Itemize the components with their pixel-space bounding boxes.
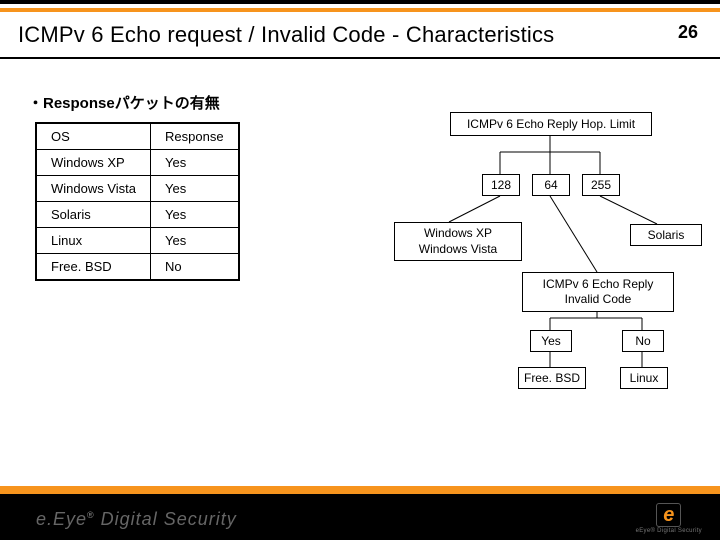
footer-logo: e eEye® Digital Security xyxy=(636,503,702,534)
decision-tree-diagram: ICMPv 6 Echo Reply Hop. Limit 128 64 255… xyxy=(370,112,700,372)
col-header-os: OS xyxy=(36,123,151,150)
page-title: ICMPv 6 Echo request / Invalid Code - Ch… xyxy=(18,22,554,48)
tree-val-128: 128 xyxy=(482,174,520,196)
section-label: ・Responseパケットの有無 xyxy=(28,92,220,113)
table-header-row: OS Response xyxy=(36,123,239,150)
brand-prefix: e.Eye xyxy=(36,509,87,529)
footer-brand: e.Eye® Digital Security xyxy=(36,509,237,530)
table-row: SolarisYes xyxy=(36,202,239,228)
tree-root: ICMPv 6 Echo Reply Hop. Limit xyxy=(450,112,652,136)
table-row: LinuxYes xyxy=(36,228,239,254)
tree-branch-no: No xyxy=(622,330,664,352)
tree-branch-yes: Yes xyxy=(530,330,572,352)
table-row: Free. BSDNo xyxy=(36,254,239,281)
orange-accent-top xyxy=(0,8,720,12)
tree-val-64: 64 xyxy=(532,174,570,196)
logo-subtext: eEye® Digital Security xyxy=(636,528,702,534)
brand-reg: ® xyxy=(87,510,95,520)
col-header-resp: Response xyxy=(151,123,239,150)
table-row: Windows XPYes xyxy=(36,150,239,176)
response-table: OS Response Windows XPYes Windows VistaY… xyxy=(35,122,240,281)
footer-accent xyxy=(0,486,720,494)
logo-e-icon: e xyxy=(656,503,681,527)
tree-leaf-freebsd: Free. BSD xyxy=(518,367,586,389)
tree-group-solaris: Solaris xyxy=(630,224,702,246)
tree-leaf-linux: Linux xyxy=(620,367,668,389)
title-underline xyxy=(0,57,720,59)
brand-suffix: Digital Security xyxy=(95,509,237,529)
page-number: 26 xyxy=(678,22,698,43)
tree-val-255: 255 xyxy=(582,174,620,196)
table-row: Windows VistaYes xyxy=(36,176,239,202)
tree-sub: ICMPv 6 Echo Reply Invalid Code xyxy=(522,272,674,312)
tree-group-windows: Windows XP Windows Vista xyxy=(394,222,522,261)
